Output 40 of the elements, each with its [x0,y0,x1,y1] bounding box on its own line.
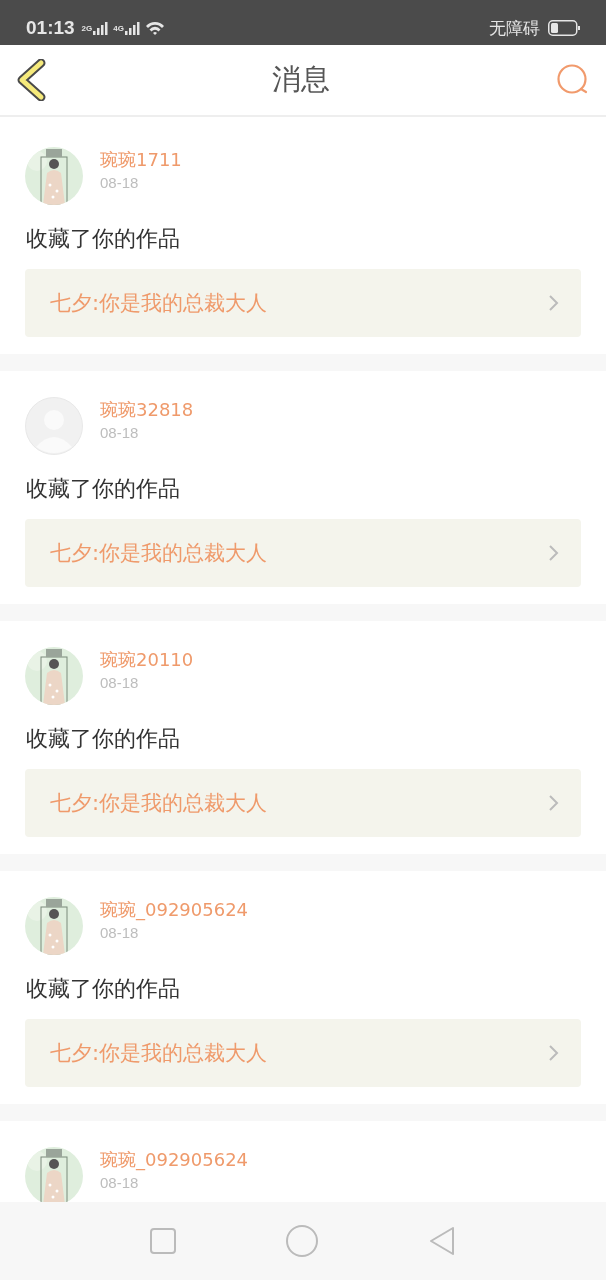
message-text: 收藏了你的作品 [26,725,181,753]
user-name[interactable]: 琬琬_092905624 [100,1150,249,1170]
wifi-icon [144,20,165,36]
user-name[interactable]: 琬琬32818 [100,400,194,420]
circle-icon [286,1225,318,1257]
message-date: 08-18 [100,675,140,691]
network-type: 4G [113,24,124,33]
message-text: 收藏了你的作品 [26,475,181,503]
signal-icon [93,21,109,35]
message-date: 08-18 [100,1175,140,1191]
message-text: 收藏了你的作品 [26,975,181,1003]
accessibility-label: 无障碍 [489,17,540,40]
work-link[interactable]: 七夕:你是我的总裁大人 [25,269,581,337]
recent-apps-button[interactable] [150,1228,176,1254]
chevron-right-icon [548,794,559,812]
chevron-right-icon [548,294,559,312]
search-button[interactable] [556,63,590,97]
search-icon [556,63,590,97]
network-type: 2G [81,24,93,33]
battery-icon [548,20,580,36]
user-name[interactable]: 琬琬1711 [100,150,182,170]
back-button[interactable] [16,59,46,101]
triangle-icon [428,1226,456,1256]
signal-icon [124,21,140,35]
message-date: 08-18 [100,175,140,191]
square-icon [150,1228,176,1254]
page-title: 消息 [272,61,330,98]
message-date: 08-18 [100,925,140,941]
user-name[interactable]: 琬琬20110 [100,650,194,670]
user-name[interactable]: 琬琬_092905624 [100,900,249,920]
clock-time: 01:13 [26,17,75,39]
message-date: 08-18 [100,425,140,441]
chevron-right-icon [548,544,559,562]
work-link[interactable]: 七夕:你是我的总裁大人 [25,1019,581,1087]
back-nav-button[interactable] [428,1226,456,1256]
message-text: 收藏了你的作品 [26,225,181,253]
work-link[interactable]: 七夕:你是我的总裁大人 [25,769,581,837]
chevron-right-icon [548,1044,559,1062]
work-link[interactable]: 七夕:你是我的总裁大人 [25,519,581,587]
home-button[interactable] [286,1225,318,1257]
